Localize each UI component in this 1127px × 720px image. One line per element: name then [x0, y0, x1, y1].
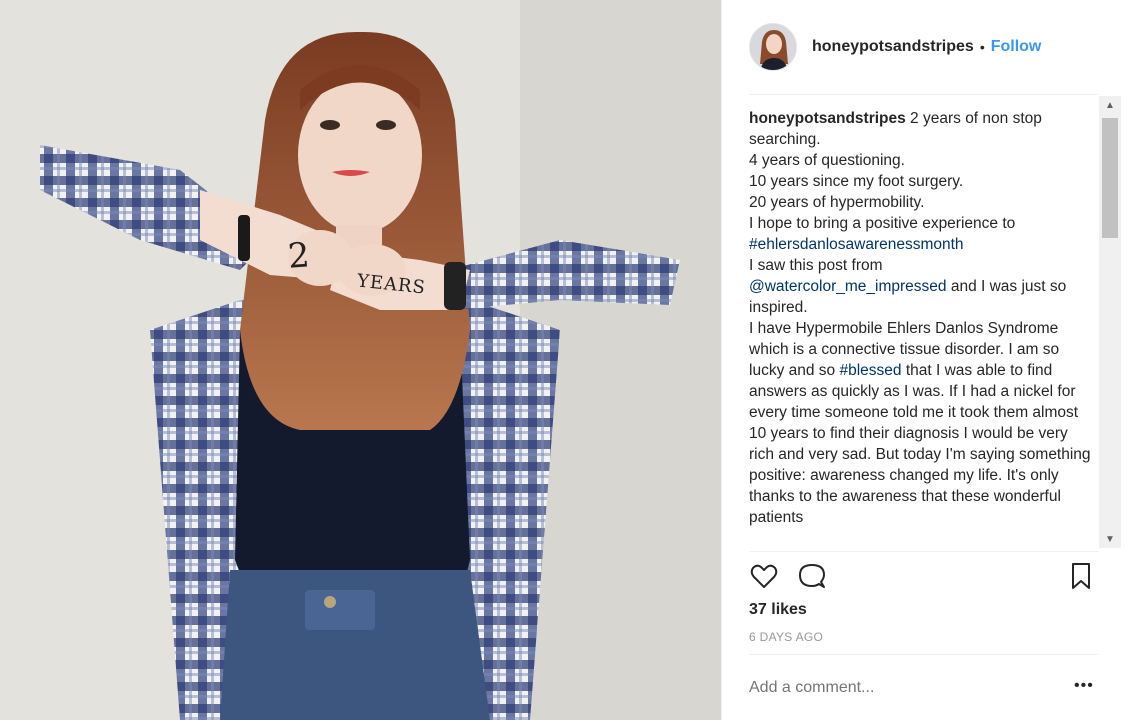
- caption-scroll-area[interactable]: honeypotsandstripes 2 years of non stop …: [749, 108, 1094, 548]
- separator-dot: •: [979, 39, 985, 55]
- mention-link[interactable]: @watercolor_me_impressed: [749, 278, 947, 295]
- scrollbar-thumb[interactable]: [1102, 118, 1118, 238]
- post-actions: [749, 561, 1094, 591]
- caption-text: 10 years since my foot surgery.: [749, 173, 964, 190]
- comment-icon[interactable]: [797, 561, 827, 591]
- post-caption: honeypotsandstripes 2 years of non stop …: [749, 108, 1094, 528]
- caption-username[interactable]: honeypotsandstripes: [749, 110, 906, 127]
- follow-button[interactable]: Follow: [991, 38, 1042, 56]
- header-username[interactable]: honeypotsandstripes: [812, 38, 974, 56]
- scroll-down-arrow[interactable]: ▼: [1099, 530, 1121, 548]
- post-photo: 2 YEARS: [0, 0, 721, 720]
- divider: [749, 94, 1098, 95]
- heart-icon[interactable]: [749, 561, 779, 591]
- caption-text: 20 years of hypermobility.: [749, 194, 925, 211]
- comment-input[interactable]: [749, 677, 1067, 699]
- likes-count[interactable]: 37 likes: [749, 601, 807, 619]
- post-details-panel: honeypotsandstripes • Follow honeypotsan…: [721, 0, 1127, 720]
- avatar[interactable]: [749, 23, 797, 71]
- caption-text: 4 years of questioning.: [749, 152, 905, 169]
- scroll-up-arrow[interactable]: ▲: [1099, 96, 1121, 114]
- divider: [749, 551, 1098, 552]
- post-header: honeypotsandstripes • Follow: [749, 22, 1041, 72]
- caption-text: that I was able to find answers as quick…: [749, 362, 1091, 526]
- bookmark-icon[interactable]: [1066, 561, 1096, 591]
- post-timestamp[interactable]: 6 DAYS AGO: [749, 630, 823, 644]
- caption-text: I hope to bring a positive experience to: [749, 215, 1016, 232]
- divider: [749, 654, 1098, 655]
- hand-number-text: 2: [286, 235, 312, 277]
- hashtag-link[interactable]: #blessed: [839, 362, 901, 379]
- hashtag-link[interactable]: #ehlersdanlosawarenessmonth: [749, 236, 964, 253]
- caption-text: I saw this post from: [749, 257, 883, 274]
- caption-scrollbar[interactable]: ▲ ▼: [1099, 96, 1121, 548]
- more-options-button[interactable]: •••: [1074, 677, 1094, 695]
